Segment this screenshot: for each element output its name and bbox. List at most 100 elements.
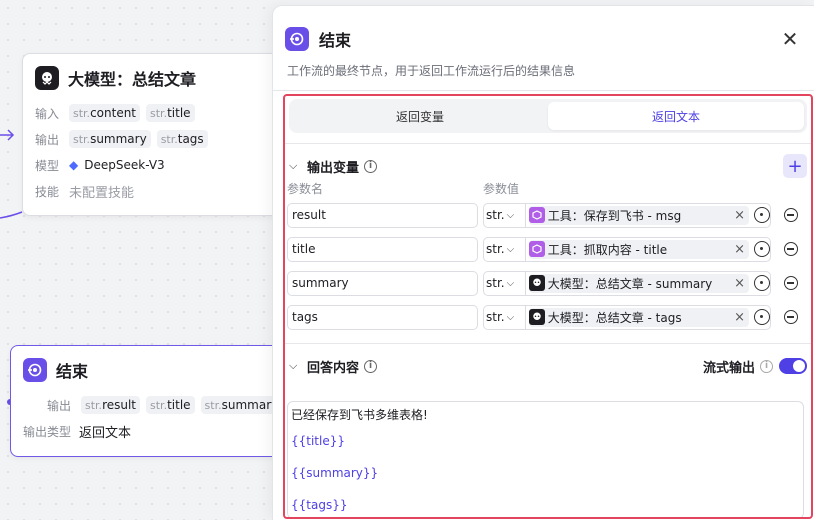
stream-output-toggle[interactable] <box>779 358 807 374</box>
variable-reference[interactable]: 工具：保存到飞书 - msg × <box>528 205 749 225</box>
output-tag: str.tags <box>156 130 208 148</box>
chevron-down-icon: ⌵ <box>506 243 515 255</box>
reference-text: 工具：抓取内容 - title <box>547 242 668 257</box>
panel-header: 结束 ✕ <box>273 6 814 54</box>
type-select[interactable]: str. ⌵ <box>484 271 526 295</box>
param-name-input[interactable] <box>287 304 478 330</box>
output-label: 输出 <box>47 398 72 413</box>
chevron-down-icon[interactable]: ⌵ <box>289 159 305 173</box>
skill-value: 未配置技能 <box>69 185 135 201</box>
remove-icon[interactable] <box>784 276 798 290</box>
reference-text: 工具：保存到飞书 - msg <box>547 208 682 223</box>
type-select[interactable]: str. ⌵ <box>484 203 526 227</box>
llm-node-title: 大模型：总结文章 <box>68 70 197 89</box>
highlight-box: 返回变量 返回文本 ⌵ 输出变量 i + 参数名 参数值 str.⌵ 工具：保存… <box>283 94 813 519</box>
variable-reference[interactable]: 大模型：总结文章 - tags × <box>528 307 749 327</box>
llm-skill-row: 技能 未配置技能 <box>35 178 289 204</box>
answer-line: 已经保存到飞书多维表格! <box>291 408 428 422</box>
param-value-field: str. ⌵ 大模型：总结文章 - summary × <box>483 270 771 296</box>
clear-icon[interactable]: × <box>734 208 745 223</box>
deepseek-icon: ◆ <box>69 158 79 172</box>
tab-return-text[interactable]: 返回文本 <box>548 102 804 130</box>
panel-title: 结束 <box>319 30 352 50</box>
variable-picker-icon[interactable] <box>754 309 770 325</box>
chevron-down-icon: ⌵ <box>506 311 515 323</box>
variable-row: str.⌵ 大模型：总结文章 - tags × <box>285 300 811 334</box>
remove-icon[interactable] <box>784 242 798 256</box>
clear-icon[interactable]: × <box>734 310 745 325</box>
clear-icon[interactable]: × <box>734 242 745 257</box>
end-node-title: 结束 <box>56 362 89 381</box>
col-param-name: 参数名 <box>287 182 324 196</box>
variable-picker-icon[interactable] <box>754 207 770 223</box>
end-icon <box>23 358 47 382</box>
end-node[interactable]: 结束 输出 str.result str.title str.summary 输… <box>10 345 300 457</box>
output-tag: str.title <box>146 396 195 414</box>
answer-variable: {{summary}} <box>291 466 379 480</box>
remove-icon[interactable] <box>784 310 798 324</box>
divider <box>285 143 811 144</box>
variable-row: str.⌵ 大模型：总结文章 - summary × <box>285 266 811 300</box>
tool-icon <box>528 241 545 257</box>
llm-icon <box>528 275 545 291</box>
answer-variable: {{title}} <box>291 434 345 448</box>
output-tag: str.result <box>81 396 141 414</box>
output-type-value: 返回文本 <box>79 425 132 441</box>
output-label: 输出 <box>35 132 60 147</box>
input-label: 输入 <box>35 106 60 121</box>
llm-node[interactable]: 大模型：总结文章 输入 str.content str.title 输出 str… <box>22 53 302 216</box>
close-icon[interactable]: ✕ <box>778 27 802 51</box>
output-vars-header: ⌵ 输出变量 i + <box>285 154 811 178</box>
param-name-input[interactable] <box>287 270 478 296</box>
variable-picker-icon[interactable] <box>754 241 770 257</box>
end-type-row: 输出类型 返回文本 <box>23 418 287 444</box>
chevron-down-icon: ⌵ <box>506 277 515 289</box>
section-title: 回答内容 <box>307 360 360 376</box>
type-select[interactable]: str. ⌵ <box>484 305 526 329</box>
type-select[interactable]: str. ⌵ <box>484 237 526 261</box>
output-type-label: 输出类型 <box>23 424 72 439</box>
chevron-down-icon: ⌵ <box>506 209 515 221</box>
add-variable-button[interactable]: + <box>783 154 807 178</box>
tab-return-variables[interactable]: 返回变量 <box>292 102 548 130</box>
variable-reference[interactable]: 大模型：总结文章 - summary × <box>528 273 749 293</box>
answer-variable: {{tags}} <box>291 498 348 512</box>
clear-icon[interactable]: × <box>734 276 745 291</box>
tool-icon <box>528 207 545 223</box>
info-icon[interactable]: i <box>364 359 378 373</box>
param-value-field: str. ⌵ 工具：抓取内容 - title × <box>483 236 771 262</box>
param-name-input[interactable] <box>287 236 478 262</box>
llm-model-row: 模型 ◆ DeepSeek-V3 <box>35 152 289 178</box>
info-icon[interactable]: i <box>364 159 378 173</box>
section-title: 输出变量 <box>307 160 360 176</box>
llm-icon <box>35 66 59 90</box>
remove-icon[interactable] <box>784 208 798 222</box>
output-tag: str.summary <box>69 130 151 148</box>
variable-reference[interactable]: 工具：抓取内容 - title × <box>528 239 749 259</box>
input-tag: str.content <box>69 104 141 122</box>
variable-picker-icon[interactable] <box>754 275 770 291</box>
end-icon <box>285 26 309 51</box>
panel-description: 工作流的最终节点，用于返回工作流运行后的结果信息 <box>287 64 576 78</box>
return-mode-tabs: 返回变量 返回文本 <box>289 99 807 133</box>
divider <box>285 343 811 344</box>
reference-text: 大模型：总结文章 - tags <box>547 310 682 325</box>
input-tag: str.title <box>146 104 195 122</box>
answer-content-header: ⌵ 回答内容 i 流式输出 i <box>285 354 811 378</box>
model-label: 模型 <box>35 158 60 173</box>
llm-output-row: 输出 str.summary str.tags <box>35 126 289 152</box>
param-name-input[interactable] <box>287 202 478 228</box>
model-value: DeepSeek-V3 <box>84 158 165 172</box>
param-value-field: str. ⌵ 工具：保存到飞书 - msg × <box>483 202 771 228</box>
end-output-row: 输出 str.result str.title str.summary <box>47 392 287 418</box>
col-param-value: 参数值 <box>483 182 520 196</box>
end-node-settings-panel: 结束 ✕ 工作流的最终节点，用于返回工作流运行后的结果信息 返回变量 返回文本 … <box>272 5 814 520</box>
stream-output-label: 流式输出 <box>702 360 755 376</box>
divider <box>273 90 814 91</box>
llm-input-row: 输入 str.content str.title <box>35 100 289 126</box>
param-value-field: str. ⌵ 大模型：总结文章 - tags × <box>483 304 771 330</box>
answer-content-editor[interactable]: 已经保存到飞书多维表格! {{title}} {{summary}} {{tag… <box>287 401 804 517</box>
info-icon[interactable]: i <box>760 359 773 373</box>
chevron-down-icon[interactable]: ⌵ <box>289 359 305 373</box>
variable-row: str.⌵ 工具：保存到飞书 - msg × <box>285 198 811 232</box>
